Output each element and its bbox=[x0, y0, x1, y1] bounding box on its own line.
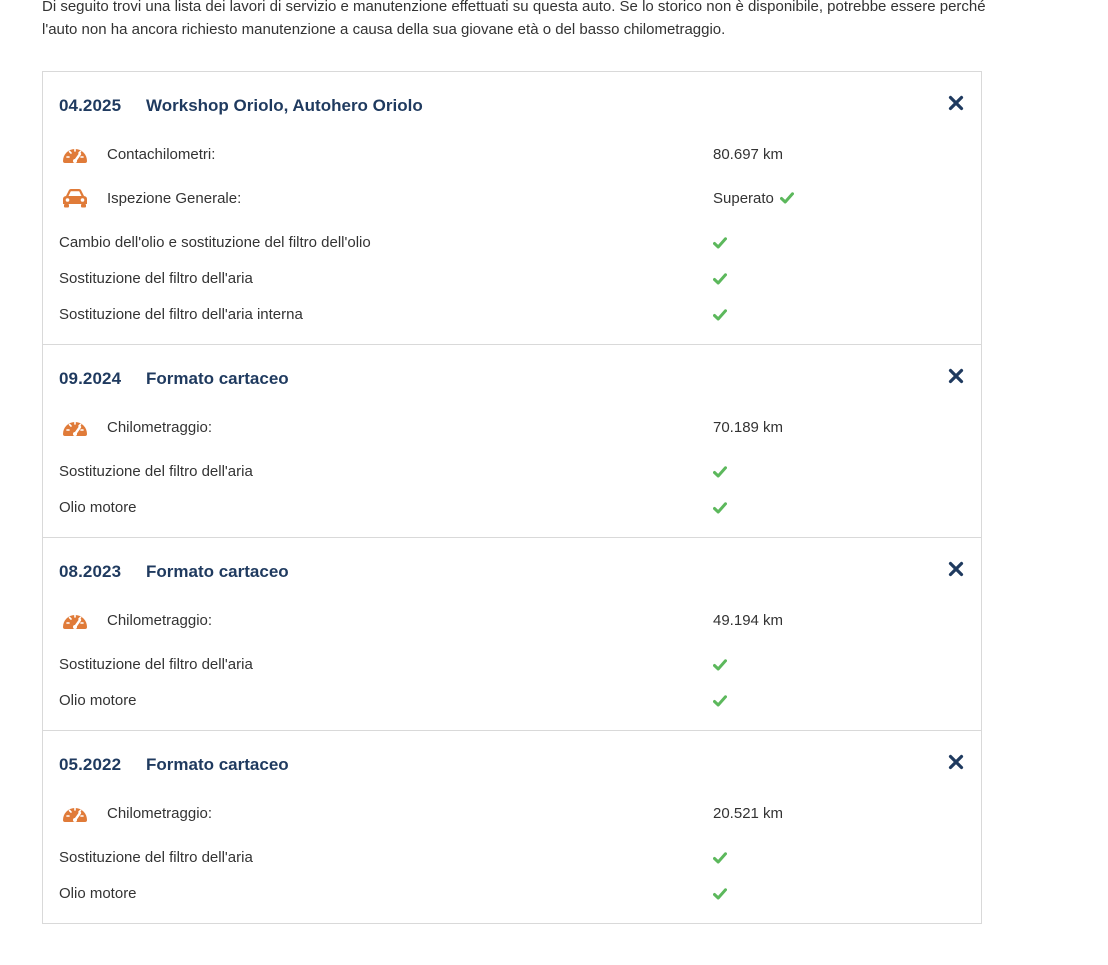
inspection-status: Superato bbox=[713, 190, 774, 207]
task-row: Olio motore bbox=[59, 877, 965, 913]
task-label: Olio motore bbox=[59, 692, 137, 709]
mileage-row: Chilometraggio: 49.194 km bbox=[59, 604, 965, 648]
close-icon[interactable] bbox=[947, 753, 965, 771]
task-label: Cambio dell'olio e sostituzione del filt… bbox=[59, 234, 371, 251]
check-icon bbox=[713, 308, 727, 322]
mileage-value: 49.194 km bbox=[713, 612, 784, 629]
mileage-row: Chilometraggio: 20.521 km bbox=[59, 797, 965, 841]
service-entry-body: Chilometraggio: 70.189 km Sostituzione d… bbox=[59, 411, 965, 537]
service-workshop: Formato cartaceo bbox=[146, 369, 289, 388]
inspection-value: Superato bbox=[713, 190, 794, 207]
mileage-label: Chilometraggio: bbox=[107, 419, 213, 436]
service-workshop: Workshop Oriolo, Autohero Oriolo bbox=[146, 96, 423, 115]
close-icon[interactable] bbox=[947, 94, 965, 112]
mileage-row: Contachilometri: 80.697 km bbox=[59, 138, 965, 182]
check-icon bbox=[713, 236, 727, 250]
service-entry: 09.2024 Formato cartaceo Chilometraggio:… bbox=[43, 345, 981, 538]
close-icon[interactable] bbox=[947, 560, 965, 578]
service-entry-header: 09.2024 Formato cartaceo bbox=[59, 345, 965, 411]
service-date: 09.2024 bbox=[59, 369, 122, 388]
task-row: Sostituzione del filtro dell'aria bbox=[59, 262, 965, 298]
check-icon bbox=[713, 465, 727, 479]
mileage-label: Chilometraggio: bbox=[107, 612, 213, 629]
task-row: Sostituzione del filtro dell'aria intern… bbox=[59, 298, 965, 334]
intro-text: Di seguito trovi una lista dei lavori di… bbox=[42, 0, 986, 38]
service-date: 04.2025 bbox=[59, 96, 122, 115]
mileage-value: 80.697 km bbox=[713, 146, 784, 163]
check-icon bbox=[713, 694, 727, 708]
mileage-value: 70.189 km bbox=[713, 419, 784, 436]
service-entry: 04.2025 Workshop Oriolo, Autohero Oriolo… bbox=[43, 72, 981, 345]
task-label: Olio motore bbox=[59, 499, 137, 516]
task-label: Olio motore bbox=[59, 885, 137, 902]
service-workshop: Formato cartaceo bbox=[146, 755, 289, 774]
speedometer-icon bbox=[61, 415, 89, 439]
close-icon[interactable] bbox=[947, 367, 965, 385]
inspection-row: Ispezione Generale: Superato bbox=[59, 182, 965, 226]
service-entry-header: 04.2025 Workshop Oriolo, Autohero Oriolo bbox=[59, 72, 965, 138]
check-icon bbox=[713, 272, 727, 286]
check-icon bbox=[713, 658, 727, 672]
task-label: Sostituzione del filtro dell'aria bbox=[59, 849, 253, 866]
task-row: Olio motore bbox=[59, 684, 965, 720]
service-date: 05.2022 bbox=[59, 755, 122, 774]
mileage-label: Chilometraggio: bbox=[107, 805, 213, 822]
service-entry-body: Contachilometri: 80.697 km Ispezione Gen… bbox=[59, 138, 965, 344]
service-workshop: Formato cartaceo bbox=[146, 562, 289, 581]
speedometer-icon bbox=[61, 801, 89, 825]
task-row: Sostituzione del filtro dell'aria bbox=[59, 455, 965, 491]
task-row: Olio motore bbox=[59, 491, 965, 527]
service-entry-header: 05.2022 Formato cartaceo bbox=[59, 731, 965, 797]
check-icon bbox=[779, 191, 794, 205]
task-label: Sostituzione del filtro dell'aria bbox=[59, 270, 253, 287]
inspection-label: Ispezione Generale: bbox=[107, 190, 242, 207]
task-label: Sostituzione del filtro dell'aria intern… bbox=[59, 306, 303, 323]
car-icon bbox=[61, 186, 89, 210]
check-icon bbox=[713, 501, 727, 515]
task-row: Sostituzione del filtro dell'aria bbox=[59, 841, 965, 877]
service-entry-header: 08.2023 Formato cartaceo bbox=[59, 538, 965, 604]
speedometer-icon bbox=[61, 608, 89, 632]
task-label: Sostituzione del filtro dell'aria bbox=[59, 656, 253, 673]
task-row: Sostituzione del filtro dell'aria bbox=[59, 648, 965, 684]
task-label: Sostituzione del filtro dell'aria bbox=[59, 463, 253, 480]
service-entry-body: Chilometraggio: 20.521 km Sostituzione d… bbox=[59, 797, 965, 923]
service-history-list: 04.2025 Workshop Oriolo, Autohero Oriolo… bbox=[42, 71, 982, 924]
service-entry: 05.2022 Formato cartaceo Chilometraggio:… bbox=[43, 731, 981, 924]
service-entry-body: Chilometraggio: 49.194 km Sostituzione d… bbox=[59, 604, 965, 730]
speedometer-icon bbox=[61, 142, 89, 166]
service-entry: 08.2023 Formato cartaceo Chilometraggio:… bbox=[43, 538, 981, 731]
mileage-label: Contachilometri: bbox=[107, 146, 216, 163]
check-icon bbox=[713, 887, 727, 901]
task-row: Cambio dell'olio e sostituzione del filt… bbox=[59, 226, 965, 262]
mileage-row: Chilometraggio: 70.189 km bbox=[59, 411, 965, 455]
service-date: 08.2023 bbox=[59, 562, 122, 581]
mileage-value: 20.521 km bbox=[713, 805, 784, 822]
check-icon bbox=[713, 851, 727, 865]
